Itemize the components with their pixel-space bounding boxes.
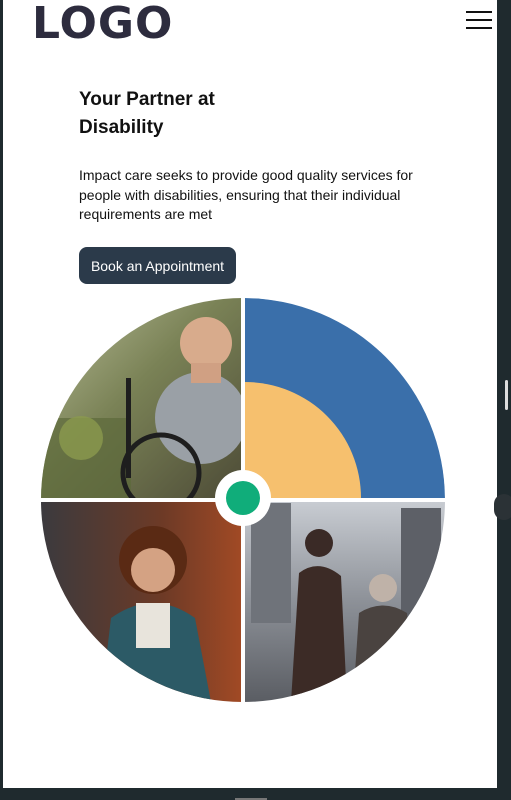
hero-description: Impact care seeks to provide good qualit… [79, 167, 413, 222]
hero-title-line-1: Your Partner at [79, 89, 215, 110]
window-scrollbar-track[interactable] [497, 0, 511, 800]
page: LOGO Your Partner at Disability Impact c… [3, 0, 497, 788]
hero-collage [41, 298, 445, 702]
collage-graphic [41, 298, 445, 702]
hero-title-line-2: Disability [79, 117, 164, 138]
hamburger-menu-icon[interactable] [466, 8, 494, 32]
center-green-dot [226, 481, 260, 515]
graphic-quarter-circles [243, 298, 445, 500]
photo-young-man [41, 500, 243, 702]
photo-person-in-wheelchair [41, 298, 247, 514]
floating-side-button[interactable] [494, 494, 511, 520]
logo[interactable]: LOGO [32, 2, 173, 46]
photo-two-women-walking [243, 500, 445, 702]
scrollbar-thumb[interactable] [505, 380, 508, 410]
book-appointment-button[interactable]: Book an Appointment [79, 247, 236, 284]
hero-title: Your Partner at Disability [79, 86, 279, 142]
